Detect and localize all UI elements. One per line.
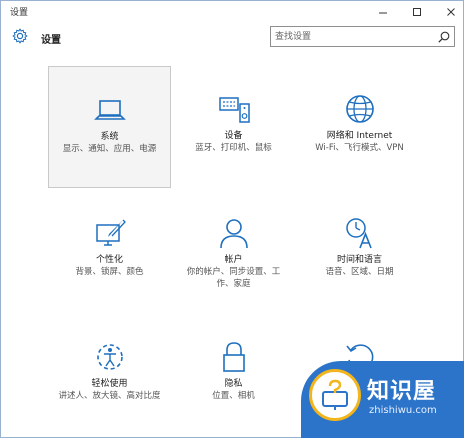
watermark-url: zhishiwu.com	[369, 405, 437, 416]
tile-label: 隐私	[224, 379, 243, 389]
tile-description: 蓝牙、打印机、鼠标	[195, 143, 272, 153]
tile-label: 网络和 Internet	[326, 131, 393, 141]
maximize-button[interactable]	[404, 1, 430, 23]
close-icon	[447, 8, 455, 16]
tile-label: 帐户	[224, 255, 243, 265]
close-button[interactable]	[438, 1, 464, 23]
window-title: 设置	[10, 8, 29, 18]
globe-icon	[345, 95, 374, 123]
tile-label: 轻松使用	[91, 379, 128, 389]
lock-icon	[222, 342, 245, 372]
search-icon[interactable]	[437, 30, 451, 44]
title-bar[interactable]: 设置	[1, 1, 463, 23]
tile-description: 你的帐户、同步设置、工作、家庭	[186, 267, 281, 289]
search-box[interactable]	[270, 26, 455, 47]
settings-window: 设置 设置 系统 显示、通知、应用、电源	[0, 0, 464, 438]
tile-description: 背景、锁屏、颜色	[75, 267, 144, 277]
maximize-icon	[413, 8, 421, 16]
tile-privacy[interactable]: 隐私 位置、相机	[172, 314, 295, 436]
minimize-button[interactable]	[370, 1, 396, 23]
minimize-icon	[379, 12, 387, 14]
tile-description: 显示、通知、应用、电源	[62, 144, 157, 154]
tile-description: 语音、区域、日期	[325, 267, 394, 277]
tile-description: 位置、相机	[212, 391, 255, 401]
gear-icon	[12, 28, 28, 44]
tile-label: 时间和语言	[336, 255, 382, 265]
watermark-banner: 知识屋 zhishiwu.com	[301, 361, 464, 438]
tile-system[interactable]: 系统 显示、通知、应用、电源	[48, 66, 171, 188]
watermark-text: 知识屋	[367, 379, 437, 404]
settings-header: 设置	[1, 23, 463, 51]
paint-icon	[95, 219, 126, 246]
keyboard-speaker-icon	[218, 97, 250, 123]
tile-devices[interactable]: 设备 蓝牙、打印机、鼠标	[172, 66, 295, 188]
tile-network[interactable]: 网络和 Internet Wi-Fi、飞行模式、VPN	[298, 66, 421, 188]
question-monitor-icon	[322, 379, 348, 410]
person-icon	[219, 219, 248, 249]
tile-time-language[interactable]: 时间和语言 语音、区域、日期	[298, 190, 421, 312]
tile-ease-of-access[interactable]: 轻松使用 讲述人、放大镜、高对比度	[48, 314, 171, 436]
tile-personalization[interactable]: 个性化 背景、锁屏、颜色	[48, 190, 171, 312]
tile-label: 设备	[224, 131, 243, 141]
search-input[interactable]	[275, 29, 425, 44]
tile-description: 讲述人、放大镜、高对比度	[58, 391, 161, 401]
time-language-icon	[345, 218, 372, 249]
ease-of-access-icon	[96, 344, 123, 370]
watermark-logo	[309, 369, 361, 421]
tile-label: 系统	[100, 132, 119, 142]
page-title: 设置	[41, 35, 61, 46]
tile-accounts[interactable]: 帐户 你的帐户、同步设置、工作、家庭	[172, 190, 295, 312]
tile-label: 个性化	[95, 255, 123, 265]
tile-description: Wi-Fi、飞行模式、VPN	[315, 143, 404, 153]
laptop-icon	[93, 100, 126, 120]
